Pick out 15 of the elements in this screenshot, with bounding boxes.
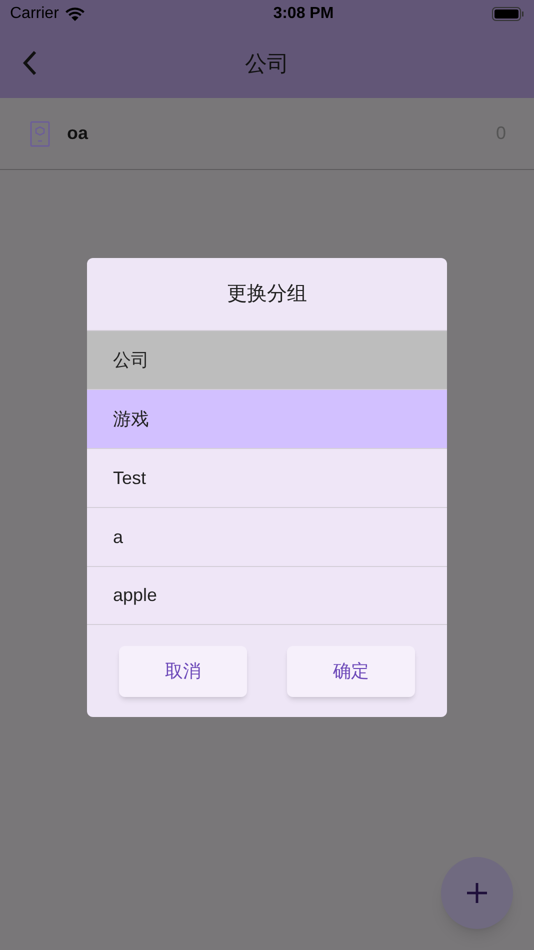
battery-icon: [492, 7, 524, 21]
confirm-button[interactable]: 确定: [287, 646, 415, 696]
status-time: 3:08 PM: [273, 4, 334, 24]
dialog-title: 更换分组: [227, 282, 307, 307]
app-icon: [30, 120, 50, 146]
item-name: oa: [67, 122, 88, 145]
back-icon: [22, 50, 38, 76]
wifi-icon: [64, 7, 85, 21]
plus-icon: [467, 883, 487, 903]
group-option[interactable]: 游戏: [87, 389, 447, 448]
group-option[interactable]: 公司: [87, 330, 447, 389]
page-title: 公司: [245, 50, 289, 78]
carrier-label: Carrier: [10, 4, 59, 24]
group-option[interactable]: apple: [87, 566, 447, 625]
cancel-button[interactable]: 取消: [119, 646, 247, 696]
